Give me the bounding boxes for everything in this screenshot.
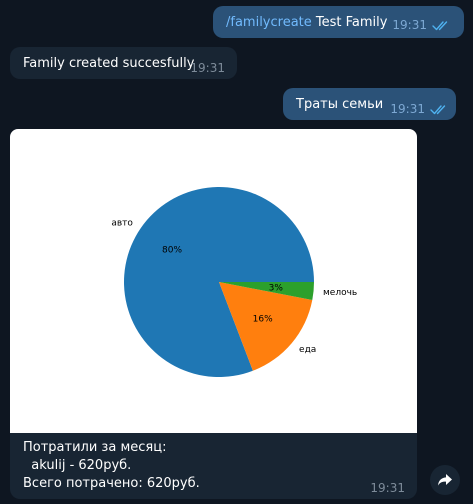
incoming-message-photo[interactable]: авто 80% еда 16% мелочь 3% Потратили за месяц… xyxy=(10,129,417,499)
message-meta: 19:31 xyxy=(190,61,225,75)
double-check-icon xyxy=(430,104,446,114)
message-meta: 19:31 xyxy=(392,18,450,32)
pie-percent-label: 16% xyxy=(253,315,273,325)
pie-category-label: авто xyxy=(111,219,133,229)
caption-line-total: Всего потрачено: 620руб. xyxy=(23,476,200,491)
outgoing-message-expenses[interactable]: Траты семьи 19:31 xyxy=(283,88,456,120)
chart-photo[interactable]: авто 80% еда 16% мелочь 3% xyxy=(10,129,417,433)
message-text: /familycreate Test Family xyxy=(226,14,387,31)
pie-category-label: еда xyxy=(299,345,316,355)
pie-percent-label: 80% xyxy=(162,246,182,256)
message-time: 19:31 xyxy=(190,61,225,75)
pie-category-label: мелочь xyxy=(323,288,357,298)
message-text: Траты семьи xyxy=(296,97,384,112)
command-argument: Test Family xyxy=(311,15,388,30)
forward-arrow-icon xyxy=(438,474,452,486)
pie-percent-label: 3% xyxy=(269,283,284,293)
forward-button[interactable] xyxy=(430,465,460,495)
command-link[interactable]: /familycreate xyxy=(226,15,312,30)
message-time: 19:31 xyxy=(390,102,425,116)
caption-line-member: akulij - 620руб. xyxy=(23,458,132,473)
pie-chart: авто 80% еда 16% мелочь 3% xyxy=(111,187,357,378)
outgoing-message-command[interactable]: /familycreate Test Family 19:31 xyxy=(213,6,464,38)
double-check-icon xyxy=(432,20,448,30)
caption-line-title: Потратили за месяц: xyxy=(23,440,167,455)
message-meta: 19:31 xyxy=(390,102,448,116)
message-text: Family created succesfully xyxy=(23,56,195,71)
message-time: 19:31 xyxy=(370,481,405,495)
message-time: 19:31 xyxy=(392,18,427,32)
message-meta: 19:31 xyxy=(370,481,405,495)
incoming-message-family-created[interactable]: Family created succesfully 19:31 xyxy=(10,47,237,79)
